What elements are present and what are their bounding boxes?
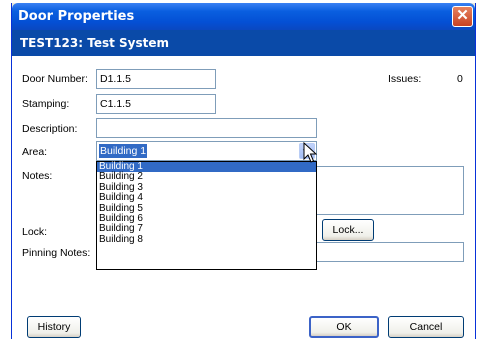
issues-count: 0 <box>457 73 463 85</box>
pinning-notes-label: Pinning Notes: <box>22 247 91 259</box>
area-label: Area: <box>22 146 48 158</box>
description-field[interactable] <box>96 118 317 138</box>
form-area: Door Number: D1.1.5 Issues: 0 Stamping: … <box>12 56 475 339</box>
cancel-button[interactable]: Cancel <box>388 316 464 338</box>
area-selected-value: Building 1 <box>99 144 148 158</box>
description-label: Description: <box>22 123 78 135</box>
lock-button[interactable]: Lock... <box>322 219 374 241</box>
title-bar[interactable]: Door Properties ✕ <box>12 3 475 30</box>
stamping-label: Stamping: <box>22 98 70 110</box>
window-title: Door Properties <box>18 9 135 24</box>
lock-label: Lock: <box>22 226 48 238</box>
dropdown-option[interactable]: Building 4 <box>97 192 316 203</box>
stamping-field[interactable]: C1.1.5 <box>96 94 216 114</box>
mouse-cursor-icon <box>303 142 317 163</box>
door-number-label: Door Number: <box>22 73 88 85</box>
system-header-text: TEST123: Test System <box>20 36 170 50</box>
dropdown-option[interactable]: Building 8 <box>97 234 316 245</box>
close-icon: ✕ <box>456 7 469 24</box>
system-header-bar: TEST123: Test System <box>12 30 475 56</box>
area-select[interactable]: Building 1 <box>96 141 317 161</box>
ok-button[interactable]: OK <box>309 316 379 338</box>
door-number-field[interactable]: D1.1.5 <box>96 69 216 89</box>
area-dropdown-list[interactable]: Building 1 Building 2 Building 3 Building 4… <box>96 161 317 270</box>
history-button[interactable]: History <box>27 316 81 338</box>
door-properties-window: Door Properties ✕ TEST123: Test System D… <box>11 3 476 339</box>
close-button[interactable]: ✕ <box>452 6 473 27</box>
notes-label: Notes: <box>22 170 53 182</box>
issues-label: Issues: <box>388 73 422 85</box>
